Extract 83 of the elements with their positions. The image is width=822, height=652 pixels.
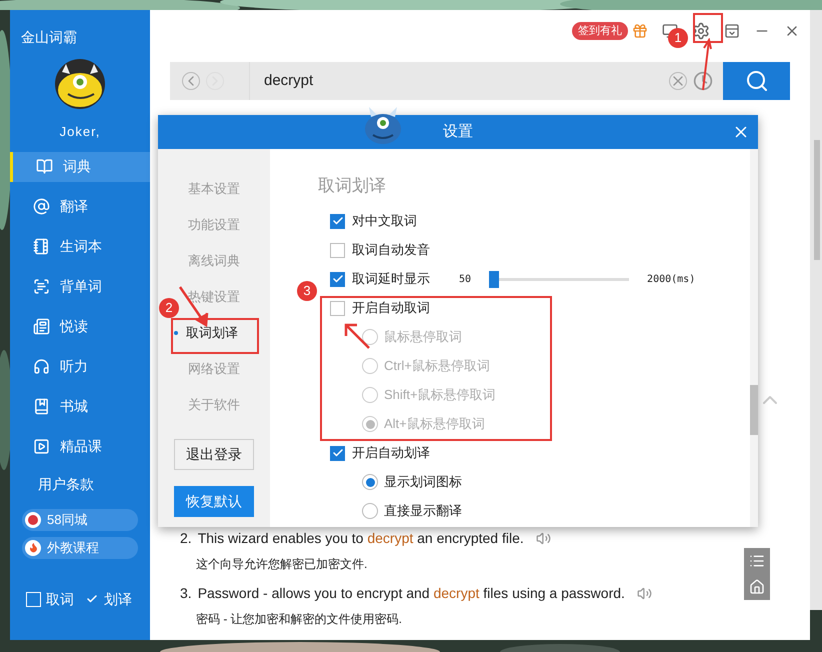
list-icon[interactable] [749,553,765,569]
promo-pill[interactable]: 58同城 [22,508,138,530]
settings-nav-item[interactable]: 关于软件 [188,387,240,423]
sentence-translation: 密码 - 让您加密和解密的文件使用密码. [195,611,402,628]
nav-icon [36,158,53,175]
settings-nav-item[interactable]: 功能设置 [188,207,240,243]
flame-icon [25,540,41,556]
settings-nav-item[interactable]: 热键设置 [188,279,240,315]
radio-label: Ctrl+鼠标悬停取词 [384,357,490,376]
result-number: 3. [180,584,192,603]
checkbox[interactable] [330,242,345,258]
search-icon [744,69,768,93]
option-label: 取词延时显示 [352,270,430,288]
slider-min: 50 [459,272,472,286]
speaker-icon[interactable] [636,586,652,601]
radio-label: Alt+鼠标悬停取词 [384,415,485,434]
checkbox[interactable] [330,214,345,228]
clear-icon[interactable] [669,72,687,90]
nav-icon [33,238,50,255]
checkbox[interactable] [330,300,345,316]
example-sentence: Password - allows you to encrypt and decrypt files using a password. [198,584,625,603]
speaker-icon[interactable] [536,531,551,546]
user-name: Joker, [60,123,100,141]
mascot-avatar-icon [54,58,106,110]
sentence-translation: 这个向导允许您解密已加密文件. [195,556,368,573]
nav-item[interactable]: 听力 [10,352,150,382]
example-sentence: This wizard enables you to decrypt an encrypted file. [198,529,524,548]
nav-icon [33,278,50,295]
history-icon[interactable] [693,71,713,91]
result-number: 2. [180,529,192,548]
nav-item[interactable]: 精品课 [10,432,150,462]
slider-thumb[interactable] [489,270,500,288]
arrow [343,322,371,350]
nav-item[interactable]: 词典 [10,152,150,182]
mascot-icon [363,107,403,145]
radio-button[interactable] [362,503,378,519]
nav-icon [33,358,50,375]
back-icon[interactable] [182,72,200,90]
radio-label: 显示划词图标 [384,473,462,492]
option-label: 对中文取词 [352,212,417,230]
logo-icon [25,512,41,528]
settings-nav-item[interactable]: 取词划译 [174,315,238,351]
radio-label: Shift+鼠标悬停取词 [384,386,496,404]
restore-defaults-button[interactable]: 恢复默认 [174,486,254,517]
nav-item[interactable]: 悦读 [10,312,150,342]
gift-icon[interactable] [632,23,648,39]
nav-icon [33,398,50,415]
checkbox[interactable] [330,272,345,286]
option-label: 取词自动发音 [352,241,430,260]
nav-icon [33,198,50,215]
settings-icon[interactable] [692,22,710,40]
promo-pill[interactable]: 外教课程 [22,536,138,558]
settings-nav-item[interactable]: 基本设置 [188,171,240,207]
settings-nav-item[interactable]: 离线词典 [188,243,240,279]
search-field[interactable]: decrypt [249,62,669,100]
nav-icon [33,318,50,335]
radio-label: 直接显示翻译 [384,502,462,520]
search-button[interactable] [723,62,790,100]
nav-item[interactable]: 书城 [10,392,150,422]
toggle-label: 取词 [46,590,74,608]
settings-nav-item[interactable]: 网络设置 [188,351,240,387]
nav-item[interactable]: 生词本 [10,232,150,262]
app-title: 金山词霸 [20,28,78,47]
logout-button[interactable]: 退出登录 [174,439,254,470]
toggle-label: 划译 [104,590,132,608]
home-icon[interactable] [749,579,765,595]
option-label: 开启自动划译 [352,444,430,462]
highlight-frame [693,13,723,43]
slider-max: 2000(ms) [647,272,696,286]
nav-item[interactable]: 背单词 [10,272,150,302]
dialog-title: 设置 [443,122,473,142]
radio-label: 鼠标悬停取词 [384,328,462,346]
option-label: 开启自动取词 [352,299,430,318]
checkbox[interactable] [330,446,345,460]
section-title: 取词划译 [318,175,387,197]
nav-icon [33,438,50,455]
radio-button[interactable] [362,474,378,490]
layout-icon[interactable] [724,23,740,39]
delay-slider[interactable] [489,270,630,288]
arrow [700,38,712,92]
nav-item[interactable]: 翻译 [10,192,150,222]
terms-link[interactable]: 用户条款 [10,474,150,494]
sign-in-badge[interactable]: 签到有礼 [572,22,628,40]
